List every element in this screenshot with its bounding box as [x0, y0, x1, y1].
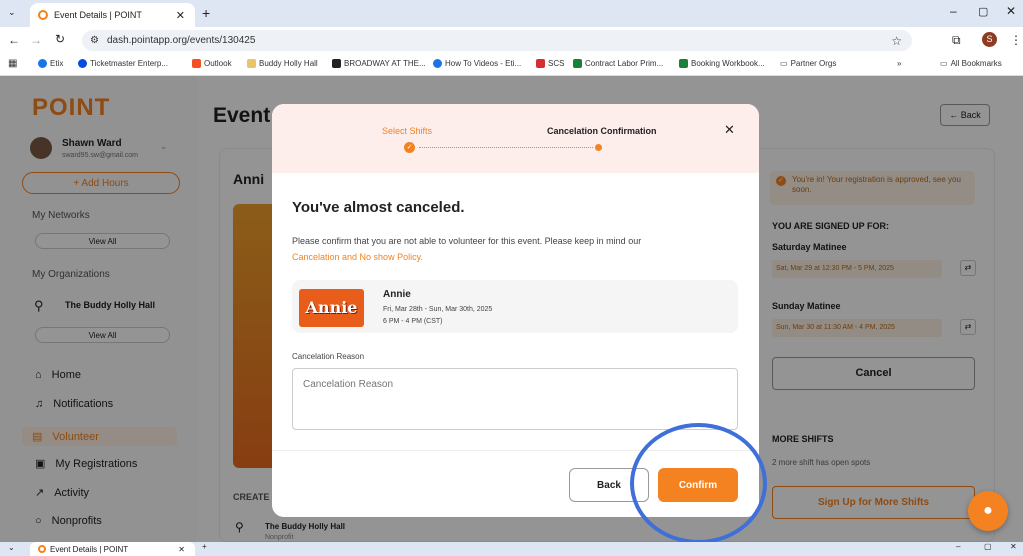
extensions-icon[interactable]: ⧉: [952, 33, 961, 48]
step-complete-check-icon: ✓: [404, 142, 415, 153]
event-dates: Fri, Mar 28th - Sun, Mar 30th, 2025: [383, 306, 493, 313]
tab-list-icon[interactable]: ⌄: [8, 7, 16, 18]
chat-icon[interactable]: ●: [968, 491, 1008, 531]
bookmarks-bar: ▦ Etix Ticketmaster Enterp... Outlook Bu…: [0, 54, 1023, 76]
reason-textarea[interactable]: [292, 368, 738, 430]
bookmark-partner-orgs[interactable]: ▭ Partner Orgs: [780, 59, 836, 68]
event-summary-card: Annie Annie Fri, Mar 28th - Sun, Mar 30t…: [292, 280, 738, 333]
address-bar: ← → ↻ ⚙ dash.pointapp.org/events/130425 …: [0, 27, 1023, 54]
restore-icon[interactable]: ▢: [984, 542, 992, 551]
bookmark-broadway[interactable]: BROADWAY AT THE...: [332, 59, 426, 68]
step-select-shifts: Select Shifts: [382, 126, 433, 136]
site-settings-icon[interactable]: ⚙: [90, 35, 99, 46]
close-window-icon[interactable]: ✕: [1006, 4, 1016, 18]
forward-arrow-icon[interactable]: →: [30, 33, 42, 47]
bookmark-ticketmaster[interactable]: Ticketmaster Enterp...: [78, 59, 168, 68]
event-name: Annie: [383, 289, 411, 300]
bookmark-buddy-holly-hall[interactable]: Buddy Holly Hall: [247, 59, 318, 68]
browser-tab-bar: ⌄ Event Details | POINT ✕ + – ▢ ✕: [0, 0, 1023, 27]
bookmark-scs[interactable]: SCS: [536, 59, 564, 68]
folder-icon: ▭: [940, 59, 948, 68]
bookmark-how-to-videos[interactable]: How To Videos - Eti...: [433, 59, 521, 68]
bookmark-star-icon[interactable]: ☆: [891, 34, 902, 48]
close-tab-icon: ✕: [178, 544, 185, 554]
event-time: 6 PM - 4 PM (CST): [383, 318, 443, 325]
reload-icon[interactable]: ↻: [55, 32, 65, 46]
bookmark-contract-labor[interactable]: Contract Labor Prim...: [573, 59, 663, 68]
tab-list-icon[interactable]: ⌄: [8, 543, 15, 552]
profile-avatar[interactable]: S: [982, 32, 997, 47]
close-window-icon[interactable]: ✕: [1010, 542, 1017, 551]
highlight-circle: [630, 423, 767, 544]
bookmark-booking-workbook[interactable]: Booking Workbook...: [679, 59, 765, 68]
bottom-tab-strip: ⌄ Event Details | POINT ✕ + – ▢ ✕: [0, 542, 1023, 556]
bookmark-outlook[interactable]: Outlook: [192, 59, 232, 68]
minimize-icon[interactable]: –: [956, 542, 960, 551]
tab-title: Event Details | POINT: [54, 10, 142, 20]
back-arrow-icon[interactable]: ←: [8, 33, 20, 47]
modal-stepper: Select Shifts Cancelation Confirmation ✓…: [272, 104, 759, 173]
modal-heading: You've almost canceled.: [292, 199, 465, 216]
reason-label: Cancelation Reason: [292, 352, 365, 361]
browser-tab[interactable]: Event Details | POINT ✕: [30, 542, 195, 556]
modal-body-text: Please confirm that you are not able to …: [292, 236, 642, 246]
stepper-line: [419, 147, 593, 148]
new-tab-icon[interactable]: +: [202, 5, 210, 21]
folder-icon: ▭: [780, 59, 788, 68]
annie-logo: Annie: [299, 289, 364, 327]
cancelation-policy-link[interactable]: Cancelation and No show Policy.: [292, 252, 423, 262]
step-cancelation-confirmation: Cancelation Confirmation: [547, 126, 657, 136]
browser-tab[interactable]: Event Details | POINT ✕: [30, 3, 195, 27]
all-bookmarks[interactable]: ▭ All Bookmarks: [940, 59, 1002, 68]
url-field[interactable]: ⚙ dash.pointapp.org/events/130425 ☆: [82, 30, 912, 51]
close-tab-icon[interactable]: ✕: [176, 9, 185, 22]
close-modal-icon[interactable]: ✕: [724, 122, 735, 138]
new-tab-icon[interactable]: +: [202, 542, 207, 551]
apps-icon[interactable]: ▦: [8, 58, 17, 69]
point-favicon-icon: [38, 545, 46, 553]
bookmark-etix[interactable]: Etix: [38, 59, 63, 68]
url-text: dash.pointapp.org/events/130425: [106, 35, 256, 46]
minimize-icon[interactable]: –: [950, 4, 957, 18]
step-current-dot: [595, 144, 602, 151]
restore-icon[interactable]: ▢: [978, 5, 988, 18]
bookmarks-overflow-icon[interactable]: »: [897, 59, 901, 68]
menu-icon[interactable]: ⋮: [1010, 33, 1022, 47]
point-favicon-icon: [38, 10, 48, 20]
